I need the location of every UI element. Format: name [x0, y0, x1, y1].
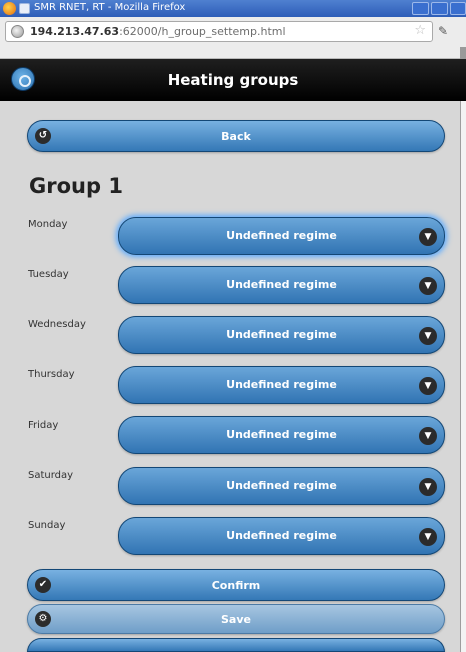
day-regime-select-monday[interactable]: Undefined regime ▼	[118, 217, 445, 255]
back-button[interactable]: ↺ Back	[27, 120, 445, 152]
day-label-friday: Friday	[28, 420, 59, 431]
url-text: 194.213.47.63:62000/h_group_settemp.html	[30, 25, 286, 38]
navigation-toolbar: 194.213.47.63:62000/h_group_settemp.html…	[0, 17, 466, 59]
chevron-down-icon: ▼	[419, 327, 437, 345]
toolbar-icon[interactable]: ✎	[438, 24, 448, 38]
day-label-sunday: Sunday	[28, 520, 66, 531]
day-regime-select-thursday[interactable]: Undefined regime ▼	[118, 366, 445, 404]
back-label: Back	[221, 130, 251, 143]
regime-value: Undefined regime	[226, 479, 337, 492]
regime-value: Undefined regime	[226, 378, 337, 391]
sidebar-edge	[460, 47, 466, 59]
app-header: Heating groups	[0, 59, 466, 101]
window-titlebar: SMR RNET, RT - Mozilla Firefox	[0, 0, 466, 17]
day-label-thursday: Thursday	[28, 369, 75, 380]
firefox-icon	[3, 2, 16, 15]
url-host: 194.213.47.63	[30, 25, 120, 38]
chevron-down-icon: ▼	[419, 427, 437, 445]
day-label-wednesday: Wednesday	[28, 319, 86, 330]
minimize-button[interactable]	[412, 2, 429, 15]
window-title: SMR RNET, RT - Mozilla Firefox	[34, 2, 186, 13]
close-button[interactable]	[450, 2, 466, 15]
scrollbar[interactable]	[460, 101, 466, 652]
day-regime-select-tuesday[interactable]: Undefined regime ▼	[118, 266, 445, 304]
day-regime-select-wednesday[interactable]: Undefined regime ▼	[118, 316, 445, 354]
day-label-monday: Monday	[28, 219, 68, 230]
day-label-saturday: Saturday	[28, 470, 74, 481]
regime-value: Undefined regime	[226, 428, 337, 441]
day-regime-select-friday[interactable]: Undefined regime ▼	[118, 416, 445, 454]
check-icon: ✔	[35, 577, 51, 593]
day-regime-select-sunday[interactable]: Undefined regime ▼	[118, 517, 445, 555]
back-arrow-icon: ↺	[35, 128, 51, 144]
save-label: Save	[221, 613, 251, 626]
maximize-button[interactable]	[431, 2, 448, 15]
page-title: Heating groups	[167, 71, 299, 89]
chevron-down-icon: ▼	[419, 478, 437, 496]
gear-icon: ⚙	[35, 611, 51, 627]
regime-value: Undefined regime	[226, 278, 337, 291]
url-path: :62000/h_group_settemp.html	[119, 25, 286, 38]
chevron-down-icon: ▼	[419, 277, 437, 295]
window-menu-icon[interactable]	[19, 3, 30, 14]
chevron-down-icon: ▼	[419, 377, 437, 395]
confirm-label: Confirm	[211, 579, 261, 592]
bookmark-star-icon[interactable]: ☆	[414, 23, 426, 38]
confirm-button[interactable]: ✔ Confirm	[27, 569, 445, 601]
url-field[interactable]: 194.213.47.63:62000/h_group_settemp.html…	[5, 21, 433, 42]
save-button[interactable]: ⚙ Save	[27, 604, 445, 634]
regime-value: Undefined regime	[226, 529, 337, 542]
partial-next-button[interactable]	[27, 638, 445, 652]
regime-value: Undefined regime	[226, 229, 337, 242]
group-title: Group 1	[29, 174, 123, 198]
site-identity-icon[interactable]	[11, 25, 24, 38]
chevron-down-icon: ▼	[419, 528, 437, 546]
day-label-tuesday: Tuesday	[28, 269, 69, 280]
chevron-down-icon: ▼	[419, 228, 437, 246]
day-regime-select-saturday[interactable]: Undefined regime ▼	[118, 467, 445, 505]
regime-value: Undefined regime	[226, 328, 337, 341]
